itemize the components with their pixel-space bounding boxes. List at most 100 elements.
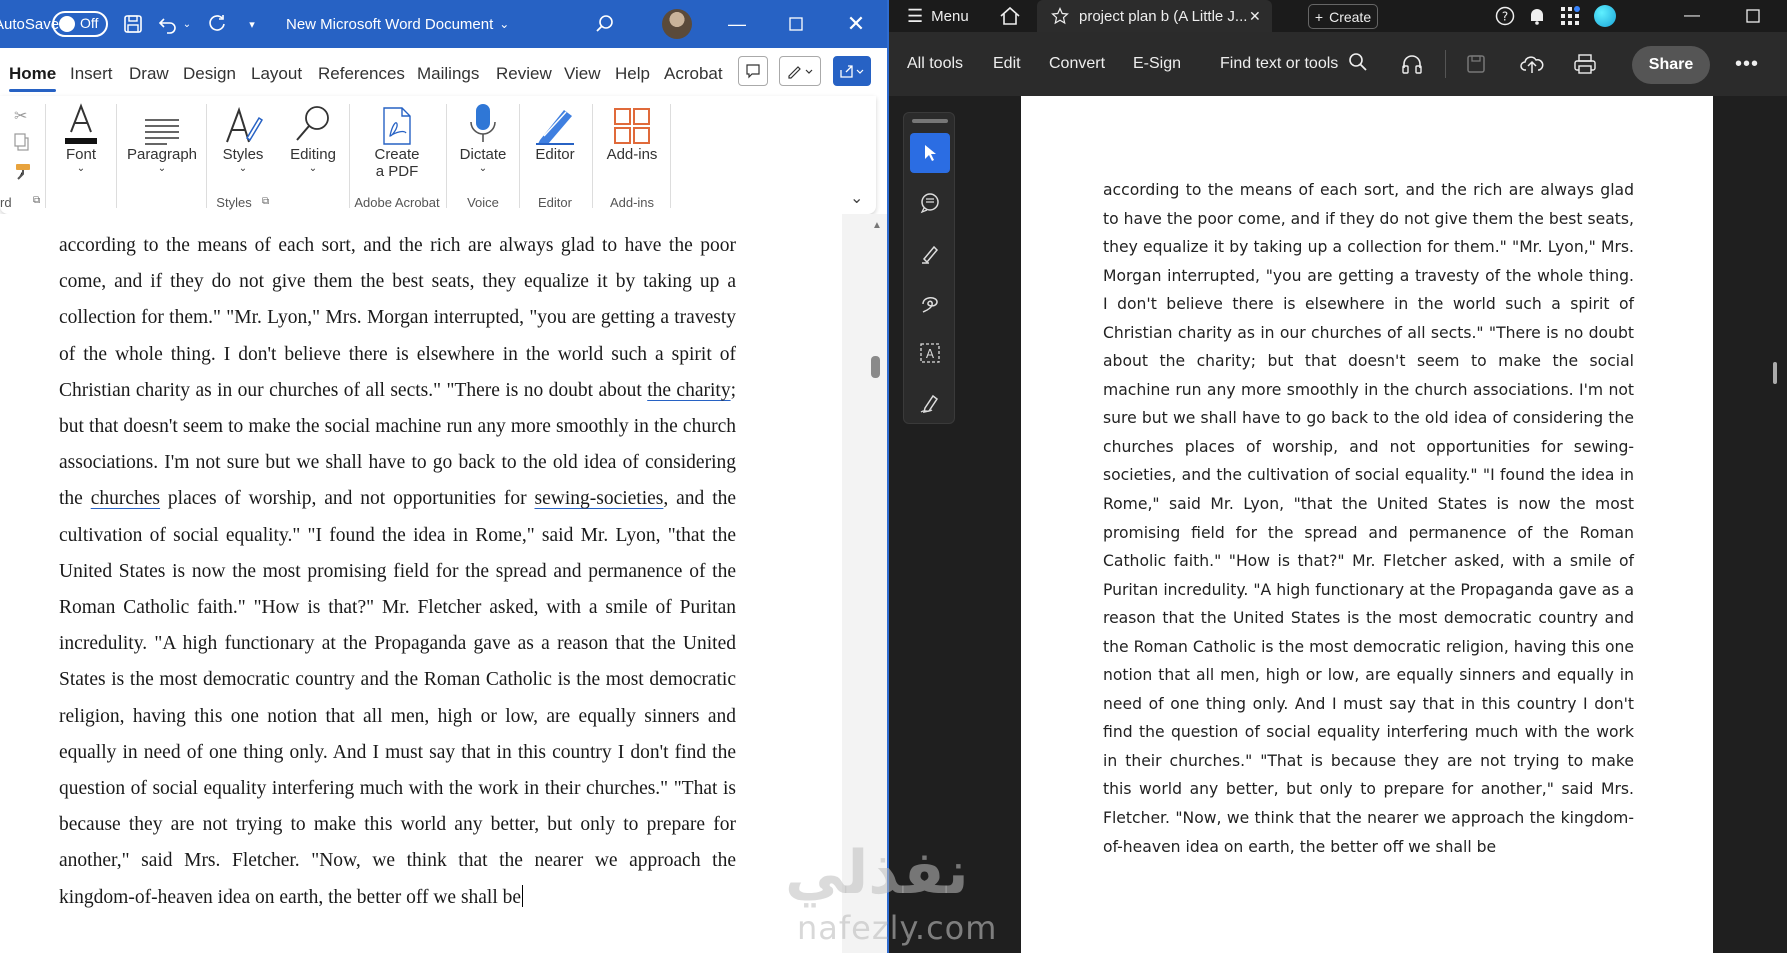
ribbon-tabs: Home Insert Draw Design Layout Reference…	[0, 48, 887, 96]
close-tab-icon[interactable]: ✕	[1249, 0, 1261, 32]
scroll-thumb[interactable]	[871, 356, 880, 378]
acrobat-titlebar: ☰ Menu project plan b (A Little J... ✕ +…	[889, 0, 1787, 32]
collapse-ribbon-icon[interactable]: ⌄	[850, 188, 863, 208]
tab-mailings[interactable]: Mailings	[417, 64, 479, 84]
scroll-up-icon[interactable]: ▲	[872, 220, 882, 231]
print-icon[interactable]	[1573, 32, 1597, 96]
comment-icon[interactable]	[910, 183, 950, 223]
select-cursor-icon[interactable]	[910, 133, 950, 173]
share-button[interactable]: Share	[1632, 46, 1710, 84]
create-label: Create	[1329, 8, 1372, 25]
search-icon[interactable]	[593, 12, 617, 36]
acrobat-toolbar: All tools Edit Convert E-Sign Find text …	[889, 32, 1787, 96]
customize-qat-icon[interactable]: ▾	[240, 12, 264, 36]
tab-acrobat[interactable]: Acrobat	[664, 64, 723, 84]
voice-group-label: Voice	[467, 195, 499, 210]
font-button[interactable]: Font ⌄	[58, 100, 104, 174]
redo-icon[interactable]	[205, 12, 229, 36]
maximize-icon[interactable]	[772, 0, 820, 48]
tab-view[interactable]: View	[564, 64, 601, 84]
document-canvas[interactable]: according to the means of each sort, and…	[0, 214, 887, 953]
word-titlebar: AutoSave Off ⌄ ▾ New Microsoft Word Docu…	[0, 0, 887, 48]
tab-help[interactable]: Help	[615, 64, 650, 84]
tab-home[interactable]: Home	[9, 64, 57, 92]
chevron-down-icon: ⌄	[308, 163, 318, 174]
upload-icon[interactable]	[1520, 32, 1544, 96]
save-icon[interactable]	[121, 12, 145, 36]
hamburger-icon: ☰	[907, 5, 924, 26]
chevron-down-icon: ⌄	[76, 163, 86, 174]
close-icon[interactable]: ✕	[832, 0, 880, 48]
dialog-launcher-icon[interactable]: ⧉	[262, 196, 269, 207]
flagged-word[interactable]: the charity	[647, 380, 730, 401]
convert-button[interactable]: Convert	[1049, 32, 1105, 96]
adobe-group-label: Adobe Acrobat	[354, 195, 440, 210]
star-icon[interactable]	[1051, 0, 1069, 32]
menu-label: Menu	[931, 7, 969, 25]
edit-button[interactable]: Edit	[993, 32, 1021, 96]
undo-icon[interactable]	[156, 12, 180, 36]
pdf-body-text[interactable]: according to the means of each sort, and…	[1103, 176, 1634, 861]
editing-mode-icon[interactable]	[779, 56, 821, 86]
autosave-state: Off	[80, 15, 99, 31]
paragraph-button[interactable]: Paragraph ⌄	[125, 100, 199, 174]
tab-references[interactable]: References	[318, 64, 405, 84]
styles-button[interactable]: Styles ⌄	[216, 100, 270, 174]
addins-label: Add-ins	[606, 146, 658, 163]
home-icon[interactable]	[999, 0, 1021, 32]
all-tools-button[interactable]: All tools	[907, 32, 963, 96]
profile-icon[interactable]	[1594, 0, 1616, 32]
dialog-launcher-icon[interactable]: ⧉	[33, 195, 40, 206]
addins-button[interactable]: Add-ins	[600, 100, 664, 163]
create-button[interactable]: + Create	[1308, 4, 1378, 29]
format-painter-icon[interactable]	[12, 162, 34, 187]
minimize-icon[interactable]: —	[1684, 0, 1700, 32]
highlight-pen-icon[interactable]	[910, 233, 950, 273]
document-body[interactable]: according to the means of each sort, and…	[59, 228, 736, 916]
tab-draw[interactable]: Draw	[129, 64, 169, 84]
find-icon	[286, 100, 340, 146]
pdf-scroll-thumb[interactable]	[1773, 362, 1777, 384]
dictate-button[interactable]: Dictate ⌄	[454, 100, 512, 174]
menu-button[interactable]: ☰ Menu	[907, 0, 969, 32]
share-icon[interactable]	[833, 56, 871, 86]
autosave-toggle[interactable]: Off	[52, 11, 108, 37]
esign-button[interactable]: E-Sign	[1133, 32, 1181, 96]
flagged-word[interactable]: churches	[91, 488, 160, 509]
vertical-scrollbar[interactable]: ▲	[842, 214, 887, 953]
document-title[interactable]: New Microsoft Word Document ⌄	[286, 0, 509, 48]
plus-icon: +	[1314, 8, 1324, 25]
notifications-icon[interactable]	[1527, 0, 1547, 32]
sign-pen-icon[interactable]	[910, 383, 950, 423]
editing-button[interactable]: Editing ⌄	[286, 100, 340, 174]
pdf-page[interactable]: according to the means of each sort, and…	[1021, 96, 1713, 953]
text-box-icon[interactable]: A	[910, 333, 950, 373]
draw-freeform-icon[interactable]	[910, 283, 950, 323]
tab-design[interactable]: Design	[183, 64, 236, 84]
comments-icon[interactable]	[738, 56, 768, 86]
tab-insert[interactable]: Insert	[70, 64, 113, 84]
minimize-icon[interactable]: —	[713, 0, 761, 48]
tab-layout[interactable]: Layout	[251, 64, 302, 84]
avatar[interactable]	[662, 9, 692, 39]
copy-icon[interactable]	[12, 132, 32, 157]
flagged-word[interactable]: sewing-societies	[535, 488, 664, 509]
save-icon[interactable]	[1466, 32, 1486, 96]
rail-drag-handle[interactable]	[912, 119, 948, 123]
read-aloud-icon[interactable]	[1401, 32, 1423, 96]
word-window: AutoSave Off ⌄ ▾ New Microsoft Word Docu…	[0, 0, 887, 953]
ribbon: ✂ rd ⧉ Font ⌄ Paragraph ⌄ Styles ⌄ Editi…	[0, 96, 876, 214]
document-tab[interactable]: project plan b (A Little J... ✕	[1037, 0, 1272, 32]
quick-tools-rail: A	[903, 112, 955, 424]
undo-dropdown-icon[interactable]: ⌄	[180, 12, 194, 36]
apps-grid-icon[interactable]	[1560, 0, 1580, 32]
doc-text-segment: places of worship, and not opportunities…	[160, 488, 535, 510]
editor-button[interactable]: Editor	[527, 100, 583, 163]
more-options-icon[interactable]: •••	[1735, 32, 1759, 96]
help-icon[interactable]: ?	[1495, 0, 1515, 32]
maximize-icon[interactable]	[1746, 0, 1760, 32]
create-pdf-button[interactable]: Create a PDF	[362, 100, 432, 180]
cut-icon[interactable]: ✂	[14, 106, 27, 126]
find-tools-input[interactable]: Find text or tools	[1220, 32, 1368, 96]
tab-review[interactable]: Review	[496, 64, 552, 84]
